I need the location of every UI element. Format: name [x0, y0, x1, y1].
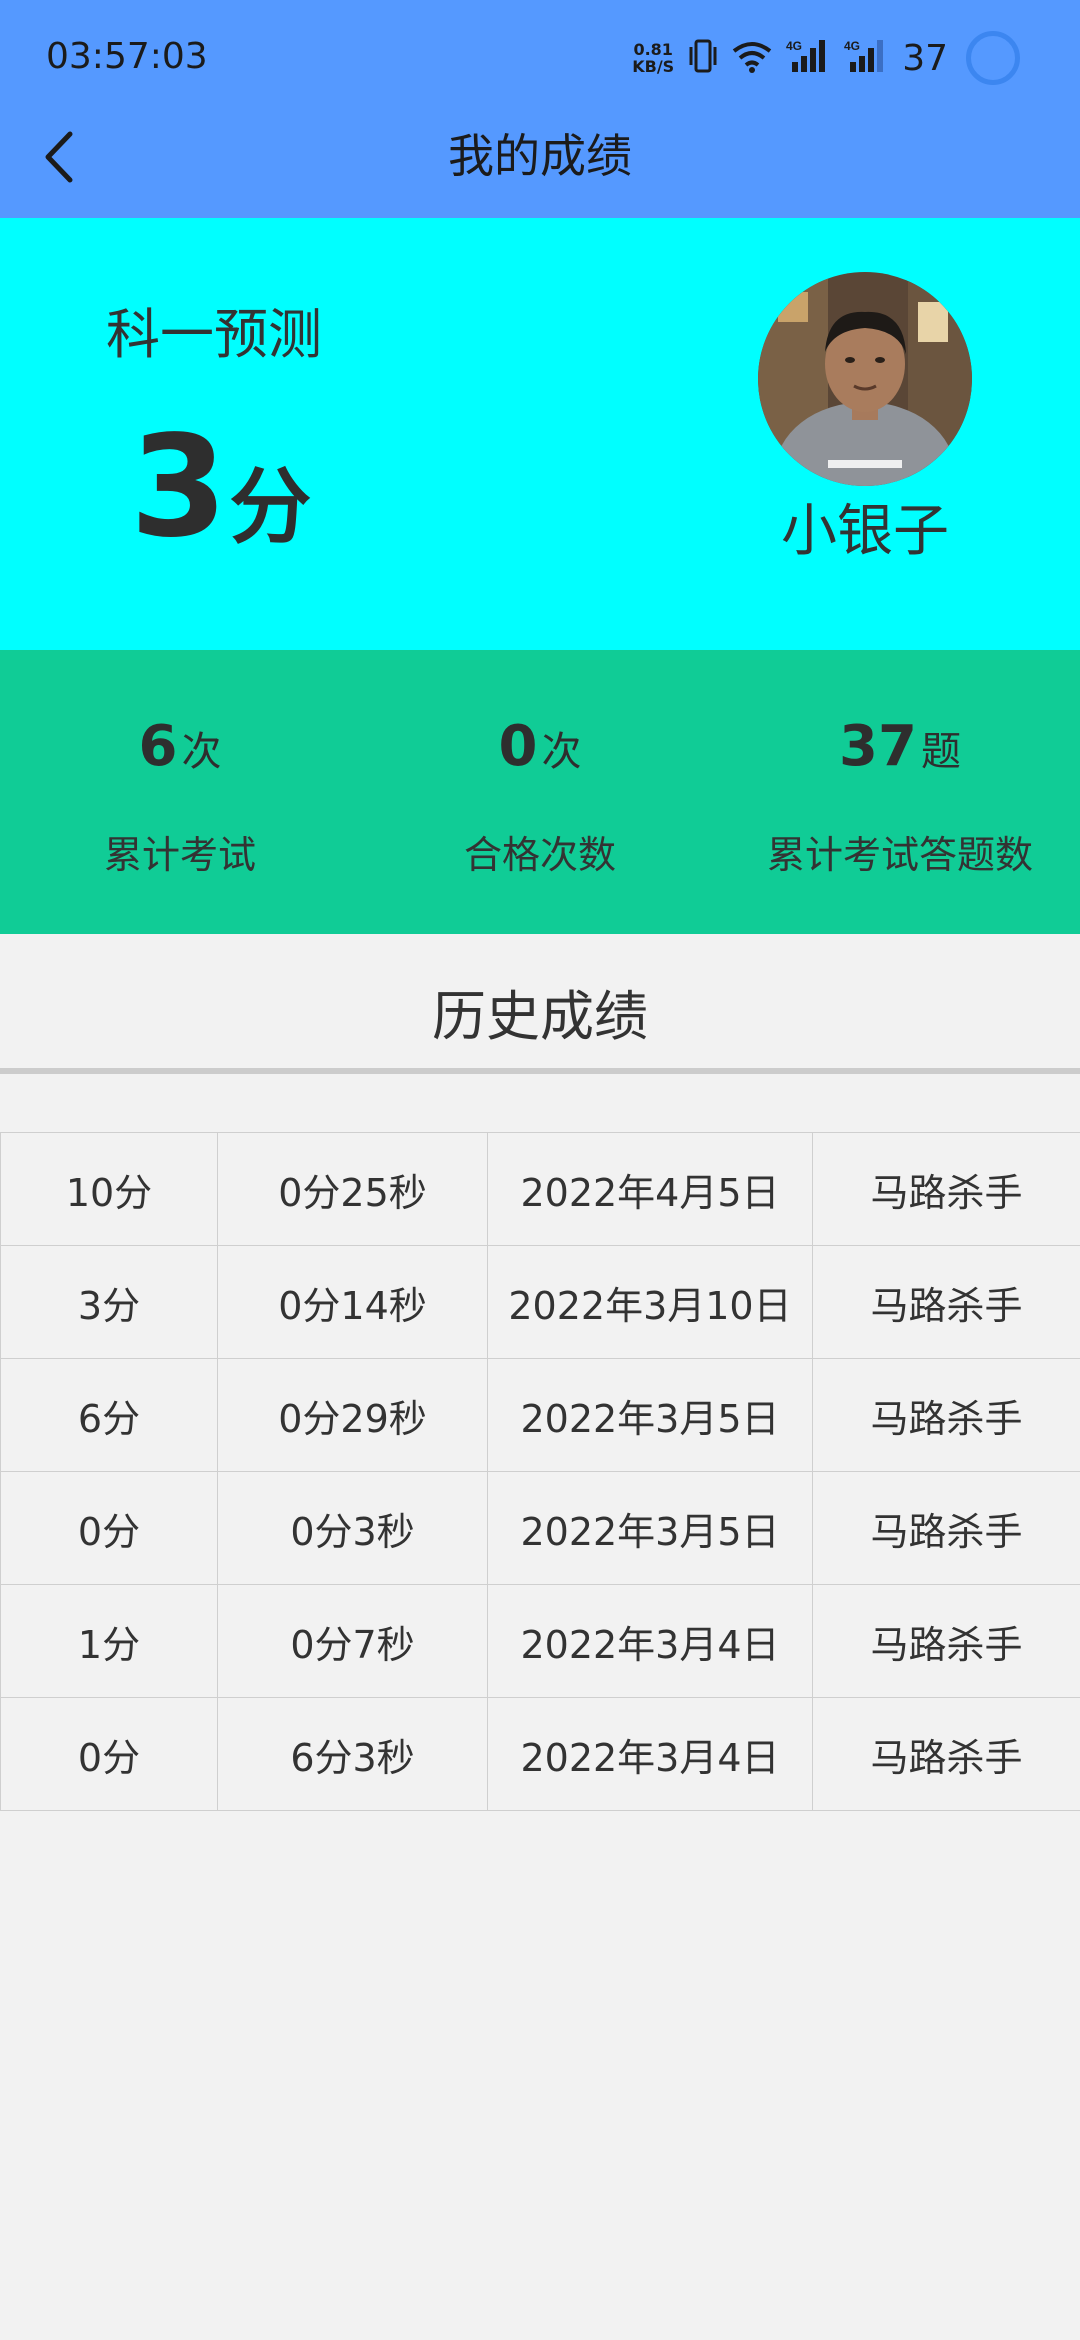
duration-cell: 0分25秒 [217, 1132, 488, 1246]
stat-value: 37 题 [720, 712, 1080, 782]
table-row[interactable]: 3分 0分14秒 2022年3月10日 马路杀手 [0, 1245, 1080, 1359]
duration-cell: 0分29秒 [217, 1358, 488, 1472]
status-time: 03:57:03 [46, 36, 208, 77]
history-table: 10分 0分25秒 2022年4月5日 马路杀手 3分 0分14秒 2022年3… [0, 1132, 1080, 1811]
date-cell: 2022年3月5日 [487, 1358, 813, 1472]
table-row[interactable]: 0分 0分3秒 2022年3月5日 马路杀手 [0, 1471, 1080, 1585]
stat-total-exams: 6 次 累计考试 [0, 650, 360, 934]
stat-label: 合格次数 [463, 833, 616, 877]
history-header: 历史成绩 [0, 934, 1080, 1072]
stat-number: 37 [839, 714, 917, 779]
svg-text:4G: 4G [786, 39, 802, 53]
network-speed-unit: KB/S [632, 57, 675, 76]
app-bar: 03:57:03 0.81 KB/S 4G 4G 37 我的成绩 [0, 0, 1080, 218]
rank-cell: 马路杀手 [812, 1132, 1080, 1246]
signal-4g-icon: 4G [844, 38, 888, 78]
rank-cell: 马路杀手 [812, 1471, 1080, 1585]
date-cell: 2022年4月5日 [487, 1132, 813, 1246]
duration-cell: 6分3秒 [217, 1697, 488, 1811]
table-row[interactable]: 6分 0分29秒 2022年3月5日 马路杀手 [0, 1358, 1080, 1472]
table-row[interactable]: 1分 0分7秒 2022年3月4日 马路杀手 [0, 1584, 1080, 1698]
user-name: 小银子 [781, 499, 949, 564]
date-cell: 2022年3月4日 [487, 1584, 813, 1698]
page-title: 我的成绩 [448, 129, 632, 183]
battery-ring-icon [966, 31, 1020, 85]
date-cell: 2022年3月5日 [487, 1471, 813, 1585]
score-cell: 0分 [0, 1697, 218, 1811]
date-cell: 2022年3月10日 [487, 1245, 813, 1359]
stat-value: 6 次 [0, 712, 360, 782]
score-number: 3 [130, 406, 228, 569]
network-speed: 0.81 KB/S [632, 41, 674, 75]
battery-level: 37 [902, 37, 948, 79]
wifi-icon [732, 39, 772, 77]
stats-panel: 6 次 累计考试 0 次 合格次数 37 题 累计考试答题数 [0, 650, 1080, 934]
signal-4g-icon: 4G [786, 38, 830, 78]
score-cell: 3分 [0, 1245, 218, 1359]
stat-unit: 次 [181, 729, 222, 775]
stat-number: 0 [498, 714, 538, 779]
duration-cell: 0分7秒 [217, 1584, 488, 1698]
rank-cell: 马路杀手 [812, 1584, 1080, 1698]
score-cell: 1分 [0, 1584, 218, 1698]
duration-cell: 0分14秒 [217, 1245, 488, 1359]
network-speed-value: 0.81 [633, 40, 673, 59]
stat-label: 累计考试 [103, 833, 256, 877]
table-row[interactable]: 10分 0分25秒 2022年4月5日 马路杀手 [0, 1132, 1080, 1246]
score-cell: 0分 [0, 1471, 218, 1585]
rank-cell: 马路杀手 [812, 1697, 1080, 1811]
stat-label: 累计考试答题数 [766, 833, 1033, 877]
history-divider [0, 1068, 1080, 1074]
status-bar: 03:57:03 0.81 KB/S 4G 4G 37 [0, 0, 1080, 118]
avatar[interactable] [758, 272, 972, 486]
duration-cell: 0分3秒 [217, 1471, 488, 1585]
stat-unit: 次 [541, 729, 582, 775]
stat-pass-count: 0 次 合格次数 [360, 650, 720, 934]
date-cell: 2022年3月4日 [487, 1697, 813, 1811]
rank-cell: 马路杀手 [812, 1245, 1080, 1359]
status-icons: 0.81 KB/S 4G 4G 37 [632, 26, 1020, 90]
stat-number: 6 [138, 714, 178, 779]
table-row[interactable]: 0分 6分3秒 2022年3月4日 马路杀手 [0, 1697, 1080, 1811]
score-unit: 分 [229, 460, 312, 555]
stat-unit: 题 [920, 729, 961, 775]
score-cell: 6分 [0, 1358, 218, 1472]
user-avatar-photo [758, 272, 972, 486]
exam-name: 科一预测 [106, 303, 322, 366]
score-cell: 10分 [0, 1132, 218, 1246]
score-card: 科一预测 3 分 小银子 [0, 218, 1080, 650]
history-title: 历史成绩 [432, 985, 648, 1048]
score-value: 3 分 [130, 418, 311, 558]
rank-cell: 马路杀手 [812, 1358, 1080, 1472]
vibrate-icon [688, 37, 718, 79]
svg-text:4G: 4G [844, 39, 860, 53]
stat-value: 0 次 [360, 712, 720, 782]
stat-total-questions: 37 题 累计考试答题数 [720, 650, 1080, 934]
